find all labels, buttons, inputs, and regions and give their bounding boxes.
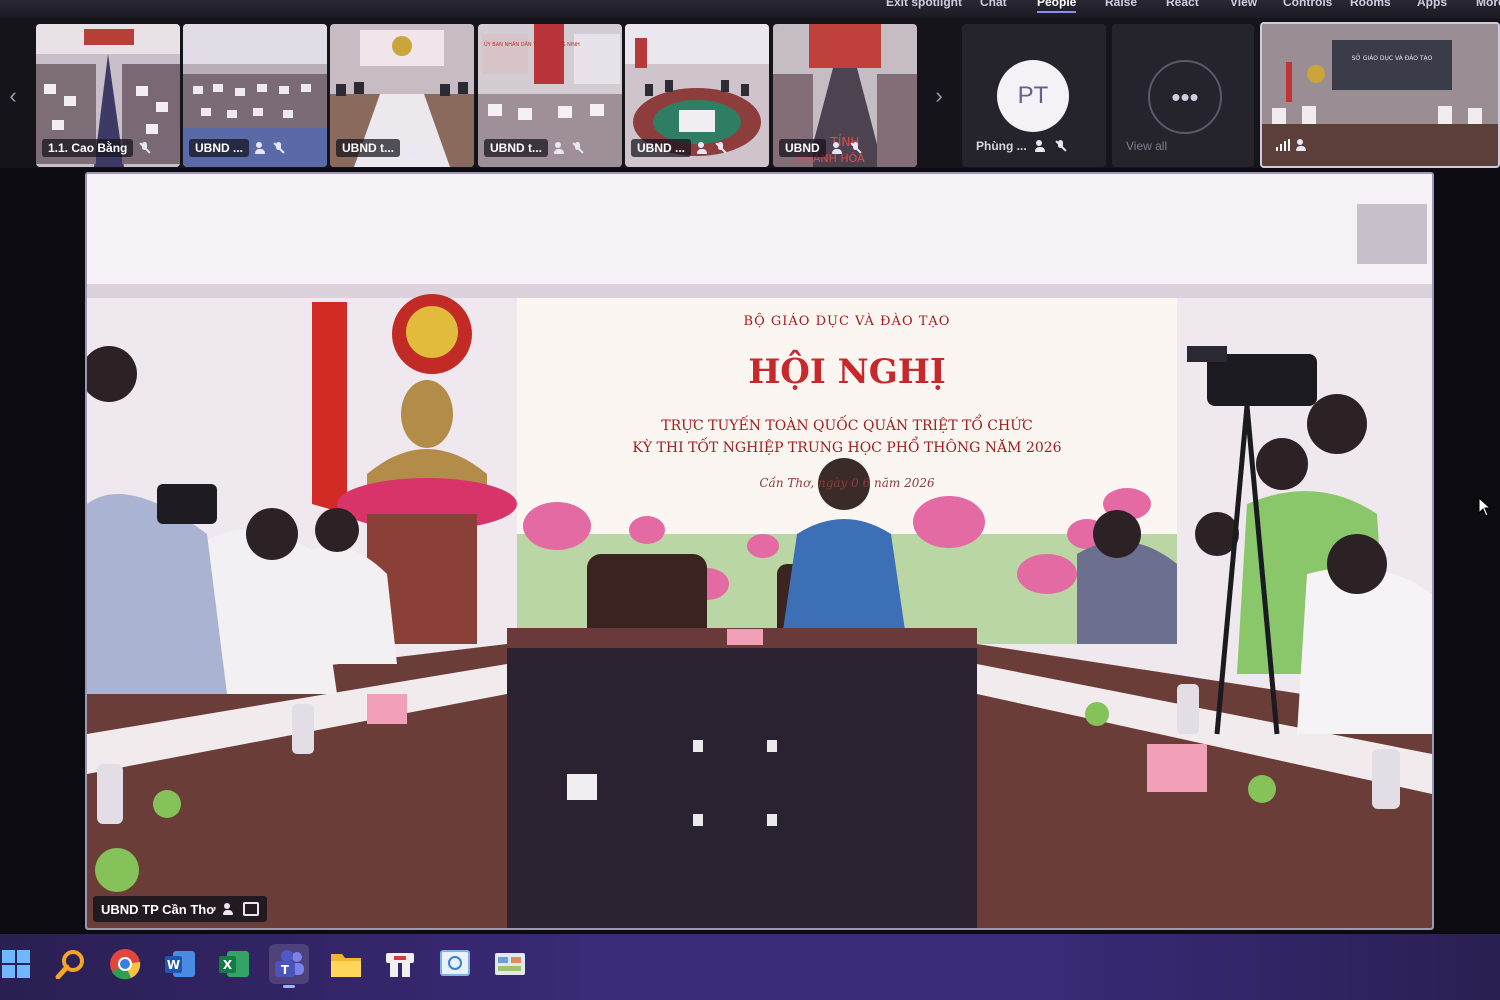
participant-tile[interactable]: UBND ... [625,24,769,167]
file-explorer-icon[interactable] [326,944,366,984]
react-button[interactable]: React [1166,0,1199,9]
taskbar: W X T [0,934,1500,1000]
mic-off-icon [572,142,584,154]
participant-tile[interactable]: TỈNH KHÁNH HÒA UBND [773,24,917,167]
word-icon[interactable]: W [160,944,200,984]
app-icon[interactable] [435,944,475,984]
app-icon[interactable] [490,944,530,984]
avatar: PT [997,60,1069,132]
participant-name: UBND t... [484,139,548,157]
signal-bars-icon [1276,139,1290,151]
people-icon [554,142,566,154]
people-icon [831,142,844,154]
mic-off-icon [1055,140,1067,152]
excel-icon[interactable]: X [214,944,254,984]
sign-text: ỦY BAN NHÂN DÂN TỈNH QUẢNG NINH [484,40,580,48]
exit-spotlight-button[interactable]: Exit spotlight [886,0,962,9]
apps-button[interactable]: Apps [1417,0,1447,9]
mouse-cursor-icon [1478,497,1492,517]
svg-text:T: T [281,963,290,977]
participant-name: UBND t... [336,139,400,157]
chevron-left-icon[interactable]: ‹ [2,76,24,116]
spotlight-video[interactable]: BỘ GIÁO DỤC VÀ ĐÀO TẠO HỘI NGHỊ TRỰC TUY… [85,172,1434,930]
participant-tile[interactable]: 1.1. Cao Bằng [36,24,180,167]
people-icon [406,142,418,154]
rooms-button[interactable]: Rooms [1350,0,1391,9]
backdrop-subtitle-2: KỲ THI TỐT NGHIỆP TRUNG HỌC PHỔ THÔNG NĂ… [632,440,1062,456]
spotlight-participant-label: UBND TP Cần Thơ [93,896,268,922]
people-icon [1034,140,1047,152]
start-icon[interactable] [0,944,36,984]
backdrop-subtitle-1: TRỰC TUYẾN TOÀN QUỐC QUÁN TRIỆT TỔ CHỨC [661,418,1033,434]
self-view-tile[interactable]: SỞ GIÁO DỤC VÀ ĐÀO TẠO [1260,22,1500,168]
backdrop-ministry: BỘ GIÁO DỤC VÀ ĐÀO TẠO [743,314,951,329]
app-icon[interactable] [380,944,420,984]
search-icon[interactable] [50,944,90,984]
participant-tile[interactable]: UBND t... [330,24,474,167]
backdrop-dateline: Cần Thơ, ngày 0 6 năm 2026 [759,476,935,490]
participant-name: UBND TP Cần Thơ [101,901,216,917]
mic-off-icon [715,142,727,154]
view-all-button[interactable]: ••• View all [1112,24,1254,167]
people-button[interactable]: People [1037,0,1077,13]
sign-text: SỞ GIÁO DỤC VÀ ĐÀO TẠO [1352,54,1433,62]
svg-text:X: X [223,958,233,972]
people-icon [697,142,709,154]
mic-off-icon [273,142,285,154]
view-all-label: View all [1126,139,1168,153]
controls-button[interactable]: Controls [1283,0,1332,9]
people-icon [1296,139,1308,151]
participant-strip: ‹ 1.1. Cao Bằng UBND ... UBND t... ỦY BA… [0,18,1500,168]
video-feed [87,174,1432,928]
chat-button[interactable]: Chat [980,0,1007,9]
people-icon [255,142,267,154]
meeting-toolbar: Exit spotlight Chat People Raise React V… [0,0,1500,18]
mic-off-icon [139,142,151,154]
participant-name: 1.1. Cao Bằng [42,139,134,157]
participant-name: UBND ... [631,139,691,157]
more-button[interactable]: More [1476,0,1500,9]
svg-text:W: W [167,958,180,972]
participant-tile[interactable]: UBND ... [183,24,327,167]
backdrop-title: HỘI NGHỊ [748,352,946,392]
participant-name: UBND ... [189,139,249,157]
chevron-right-icon[interactable]: › [928,76,950,116]
participant-tile[interactable]: PT Phùng ... [962,24,1106,167]
more-icon: ••• [1148,60,1222,134]
mic-off-icon [424,142,436,154]
teams-icon[interactable]: T [269,944,309,988]
chrome-icon[interactable] [105,944,145,984]
view-button[interactable]: View [1230,0,1257,9]
pin-icon[interactable] [243,902,260,916]
raise-hand-button[interactable]: Raise [1105,0,1137,9]
participant-name: Phùng ... [976,139,1027,153]
people-icon [223,903,235,915]
participant-tile[interactable]: ỦY BAN NHÂN DÂN TỈNH QUẢNG NINH UBND t..… [478,24,622,167]
participant-name: UBND [779,139,826,157]
mic-off-icon [850,142,862,154]
